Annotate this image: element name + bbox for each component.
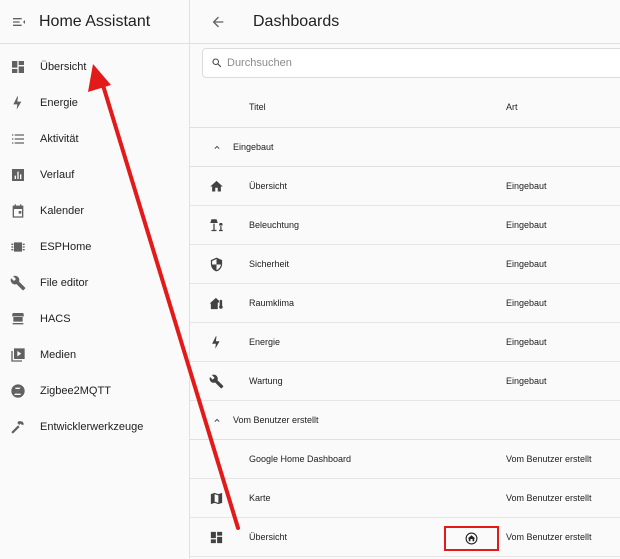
table-row[interactable]: Karte Vom Benutzer erstellt [190,479,620,518]
sidebar-item-uebersicht[interactable]: Übersicht [0,49,189,85]
lamps-icon [209,218,224,233]
sidebar-item-hacs[interactable]: HACS [0,301,189,337]
group-header-eingebaut[interactable]: Eingebaut [190,128,620,167]
sidebar-item-label: Kalender [40,205,85,217]
sidebar-item-label: Medien [40,349,77,361]
sidebar-item-energie[interactable]: Energie [0,85,189,121]
dashboard-icon [10,59,26,75]
table-row[interactable]: Energie Eingebaut [190,323,620,362]
sidebar-item-kalender[interactable]: Kalender [0,193,189,229]
lightning-icon [209,335,224,350]
row-title: Sicherheit [249,259,290,269]
sidebar-item-label: Energie [40,97,78,109]
row-title: Übersicht [249,181,288,191]
sidebar-item-label: Entwicklerwerkzeuge [40,421,144,433]
chip-icon [10,239,26,255]
row-type: Eingebaut [506,259,547,269]
table-row[interactable]: Google Home Dashboard Vom Benutzer erste… [190,440,620,479]
table-row[interactable]: Beleuchtung Eingebaut [190,206,620,245]
sidebar-title: Home Assistant [39,12,151,30]
row-type: Eingebaut [506,220,547,230]
row-type: Eingebaut [506,376,547,386]
row-title: Energie [249,337,281,347]
table-row[interactable]: Sicherheit Eingebaut [190,245,620,284]
search-input[interactable] [227,57,607,69]
row-type: Eingebaut [506,337,547,347]
dashboard-table: Eingebaut Übersicht Eingebaut Beleuchtun… [190,128,620,557]
group-header-vom-benutzer-erstellt[interactable]: Vom Benutzer erstellt [190,401,620,440]
row-title: Raumklima [249,298,295,308]
sidebar-item-label: Zigbee2MQTT [40,385,111,397]
sidebar-item-verlauf[interactable]: Verlauf [0,157,189,193]
sidebar-header: Home Assistant [0,0,189,44]
sidebar-item-label: Aktivität [40,133,79,145]
lightning-icon [10,95,26,111]
map-icon [209,491,224,506]
home-icon [209,179,224,194]
sidebar-item-label: Übersicht [40,61,87,73]
default-dashboard-highlight [444,526,499,551]
row-type: Vom Benutzer erstellt [506,493,592,503]
row-title: Wartung [249,376,283,386]
search-box[interactable] [202,48,620,78]
search-icon [212,58,222,68]
column-header-type[interactable]: Art [506,102,518,112]
sidebar-item-file-editor[interactable]: File editor [0,265,189,301]
sidebar-item-entwicklerwerkzeuge[interactable]: Entwicklerwerkzeuge [0,409,189,445]
row-title: Google Home Dashboard [249,454,352,464]
list-icon [10,131,26,147]
page-title: Dashboards [253,12,340,30]
main-panel: Dashboards Titel Art Eingebaut Übersicht… [190,0,620,559]
row-title: Karte [249,493,271,503]
wrench-icon [10,275,26,291]
hammer-icon [10,419,26,435]
row-type: Vom Benutzer erstellt [506,532,592,542]
dashboard-icon [209,530,224,545]
row-title: Beleuchtung [249,220,300,230]
shield-icon [209,257,224,272]
play-icon [10,347,26,363]
row-type: Eingebaut [506,181,547,191]
sidebar-nav: Übersicht Energie Aktivität Verlauf Kale… [0,44,189,445]
table-row[interactable]: Übersicht Eingebaut [190,167,620,206]
sidebar-item-label: File editor [40,277,89,289]
group-label: Vom Benutzer erstellt [233,415,319,425]
main-header: Dashboards [190,0,620,44]
chart-icon [10,167,26,183]
sidebar-item-label: ESPHome [40,241,92,253]
table-row[interactable]: Raumklima Eingebaut [190,284,620,323]
row-type: Vom Benutzer erstellt [506,454,592,464]
table-row[interactable]: Übersicht Vom Benutzer erstellt [190,518,620,557]
wrench-icon [209,374,224,389]
table-header: Titel Art [190,84,620,128]
hacs-icon [10,311,26,327]
column-header-title[interactable]: Titel [249,102,266,112]
chevron-up-icon [212,142,222,152]
sidebar-item-aktivitaet[interactable]: Aktivität [0,121,189,157]
sidebar-item-medien[interactable]: Medien [0,337,189,373]
sidebar-item-label: HACS [40,313,71,325]
row-title: Übersicht [249,532,288,542]
zigbee-icon [10,383,26,399]
menu-collapse-icon[interactable] [10,13,28,31]
group-label: Eingebaut [233,142,274,152]
sidebar: Home Assistant Übersicht Energie Aktivit… [0,0,190,559]
sidebar-item-zigbee2mqtt[interactable]: Zigbee2MQTT [0,373,189,409]
chevron-up-icon [212,415,222,425]
sidebar-item-label: Verlauf [40,169,75,181]
sidebar-item-esphome[interactable]: ESPHome [0,229,189,265]
calendar-icon [10,203,26,219]
row-type: Eingebaut [506,298,547,308]
home-thermometer-icon [209,296,224,311]
table-row[interactable]: Wartung Eingebaut [190,362,620,401]
home-circle-icon[interactable] [465,532,478,545]
arrow-left-icon[interactable] [210,14,226,30]
